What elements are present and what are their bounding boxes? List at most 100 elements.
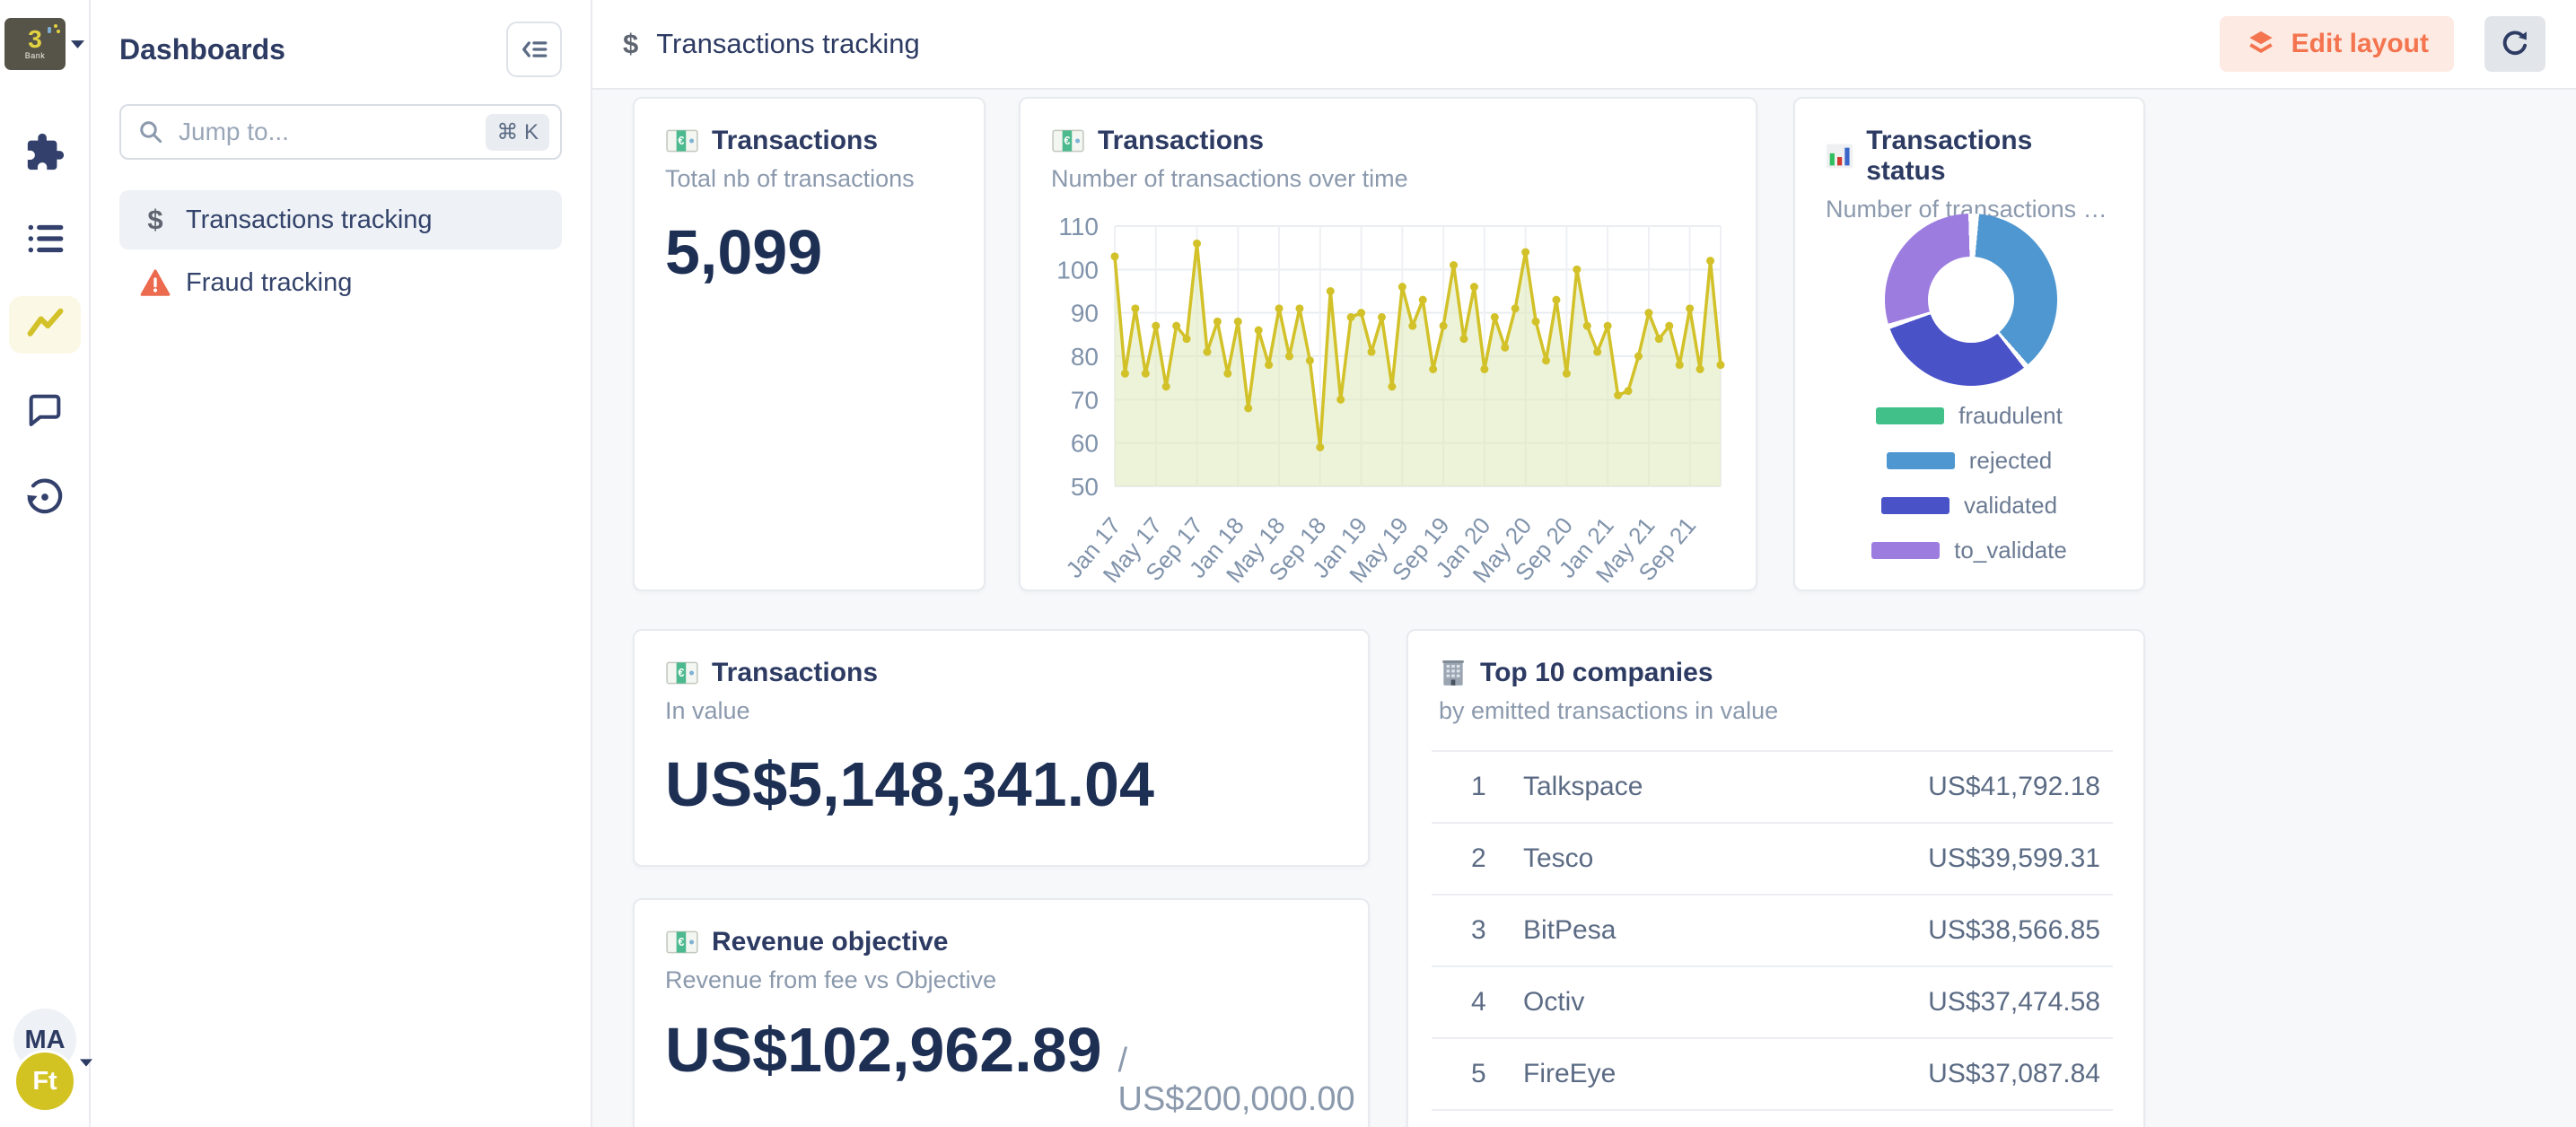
integrations-puzzle-icon[interactable]: [9, 124, 81, 181]
widget-subtitle: by emitted transactions in value: [1439, 697, 2113, 725]
sidebar-item-label: Transactions tracking: [186, 205, 433, 235]
dashboards-panel: Dashboards ⌘ K $ Transactions tracking: [91, 0, 592, 1127]
page-title: $ Transactions tracking: [623, 28, 920, 60]
edit-layout-label: Edit layout: [2291, 29, 2429, 59]
cell-amount: US$41,792.18: [1928, 772, 2100, 802]
widget-title: Transactions: [712, 658, 878, 688]
edit-layout-button[interactable]: Edit layout: [2220, 16, 2454, 72]
keyboard-shortcut-badge: ⌘ K: [486, 114, 549, 151]
cell-rank: 2: [1471, 843, 1523, 874]
transactions-line-chart[interactable]: 5060708090100110Jan 17May 17Sep 17Jan 18…: [1021, 99, 1756, 590]
legend-label: to_validate: [1954, 537, 2067, 564]
legend-item[interactable]: fraudulent: [1876, 402, 2063, 430]
jump-to-search[interactable]: ⌘ K: [119, 104, 562, 160]
table-row[interactable]: 1TalkspaceUS$41,792.18: [1432, 752, 2113, 824]
svg-text:€: €: [678, 135, 684, 147]
table-row[interactable]: 2TescoUS$39,599.31: [1432, 824, 2113, 895]
collapse-panel-button[interactable]: [506, 22, 562, 77]
legend-swatch: [1887, 452, 1955, 469]
cell-company: FireEye: [1523, 1059, 1928, 1089]
logo-text: 3: [28, 28, 42, 51]
panel-title: Dashboards: [119, 33, 285, 66]
status-legend: fraudulent rejected validated to_validate: [1795, 402, 2143, 564]
banknote-emoji-icon: €: [665, 660, 699, 686]
legend-swatch: [1881, 497, 1950, 514]
cell-company: Tesco: [1523, 843, 1928, 874]
legend-swatch: [1871, 542, 1940, 559]
widget-title: Transactions: [712, 126, 878, 156]
svg-text:50: 50: [1071, 473, 1099, 501]
search-input[interactable]: [177, 117, 473, 147]
user-avatar[interactable]: Ft: [13, 1050, 76, 1113]
cell-amount: US$37,474.58: [1928, 987, 2100, 1018]
cell-amount: US$38,566.85: [1928, 915, 2100, 946]
bar-chart-emoji-icon: [1826, 142, 1853, 170]
cell-rank: 1: [1471, 772, 1523, 802]
office-building-emoji-icon: [1439, 659, 1468, 687]
svg-text:80: 80: [1071, 343, 1099, 371]
widget-transactions-over-time: € Transactions Number of transactions ov…: [1019, 97, 1757, 591]
dollar-icon: $: [139, 204, 171, 236]
cell-rank: 5: [1471, 1059, 1523, 1089]
sidebar-item-label: Fraud tracking: [186, 268, 352, 298]
dashboards-activity-icon[interactable]: [9, 296, 81, 354]
widget-subtitle: Total nb of transactions: [665, 165, 953, 193]
cell-rank: 4: [1471, 987, 1523, 1018]
legend-label: validated: [1964, 492, 2057, 520]
refresh-button[interactable]: [2484, 16, 2545, 72]
org-logo[interactable]: 3 Bank: [4, 18, 66, 70]
org-caret-down-icon[interactable]: [71, 40, 84, 48]
legend-label: fraudulent: [1958, 402, 2063, 430]
cell-rank: 3: [1471, 915, 1523, 946]
layers-icon: [2245, 28, 2277, 60]
widget-title: Top 10 companies: [1480, 658, 1713, 688]
legend-item[interactable]: rejected: [1887, 447, 2053, 475]
logo-subtext: Bank: [25, 51, 46, 60]
kpi-value: US$102,962.89: [665, 1014, 1102, 1086]
banknote-emoji-icon: €: [665, 127, 699, 154]
widget-revenue-objective: € Revenue objective Revenue from fee vs …: [633, 898, 1370, 1127]
svg-text:90: 90: [1071, 300, 1099, 328]
status-donut-chart[interactable]: [1885, 214, 2057, 386]
cell-amount: US$39,599.31: [1928, 843, 2100, 874]
warning-triangle-icon: [139, 268, 171, 297]
sidebar-item-fraud-tracking[interactable]: Fraud tracking: [119, 253, 562, 312]
dashboard-content: € Transactions Total nb of transactions …: [592, 90, 2576, 1127]
history-icon[interactable]: [9, 468, 81, 526]
widget-transactions-status: Transactions status Number of transactio…: [1793, 97, 2145, 591]
top10-table: 1TalkspaceUS$41,792.182TescoUS$39,599.31…: [1432, 750, 2113, 1111]
cell-company: BitPesa: [1523, 915, 1928, 946]
legend-item[interactable]: to_validate: [1871, 537, 2067, 564]
cell-amount: US$37,087.84: [1928, 1059, 2100, 1089]
widget-transactions-in-value: € Transactions In value US$5,148,341.04: [633, 629, 1370, 867]
svg-text:€: €: [678, 936, 684, 948]
widget-subtitle: In value: [665, 697, 1337, 725]
chat-icon[interactable]: [9, 382, 81, 440]
legend-item[interactable]: validated: [1881, 492, 2057, 520]
table-row[interactable]: 3BitPesaUS$38,566.85: [1432, 895, 2113, 967]
widget-title: Revenue objective: [712, 927, 948, 957]
table-row[interactable]: 4OctivUS$37,474.58: [1432, 967, 2113, 1039]
collapse-icon: [519, 34, 549, 65]
svg-text:100: 100: [1056, 256, 1099, 284]
legend-label: rejected: [1969, 447, 2053, 475]
main-area: $ Transactions tracking Edit layout: [592, 0, 2576, 1127]
icon-rail: 3 Bank: [0, 0, 91, 1127]
sidebar-item-transactions-tracking[interactable]: $ Transactions tracking: [119, 190, 562, 249]
main-header: $ Transactions tracking Edit layout: [592, 0, 2576, 90]
refresh-icon: [2499, 28, 2531, 60]
page-title-text: Transactions tracking: [656, 28, 919, 60]
widget-top10-companies: Top 10 companies by emitted transactions…: [1406, 629, 2145, 1127]
table-row[interactable]: 5FireEyeUS$37,087.84: [1432, 1039, 2113, 1111]
banknote-emoji-icon: €: [665, 929, 699, 956]
data-list-icon[interactable]: [9, 210, 81, 267]
user-caret-down-icon[interactable]: [80, 1059, 92, 1067]
widget-title: Transactions status: [1866, 126, 2113, 187]
legend-swatch: [1876, 407, 1944, 424]
kpi-value: US$5,148,341.04: [665, 748, 1337, 820]
kpi-target: / US$200,000.00: [1118, 1042, 1355, 1119]
cell-company: Talkspace: [1523, 772, 1928, 802]
widget-total-transactions: € Transactions Total nb of transactions …: [633, 97, 986, 591]
widget-subtitle: Revenue from fee vs Objective: [665, 966, 1337, 994]
svg-text:110: 110: [1058, 213, 1099, 240]
